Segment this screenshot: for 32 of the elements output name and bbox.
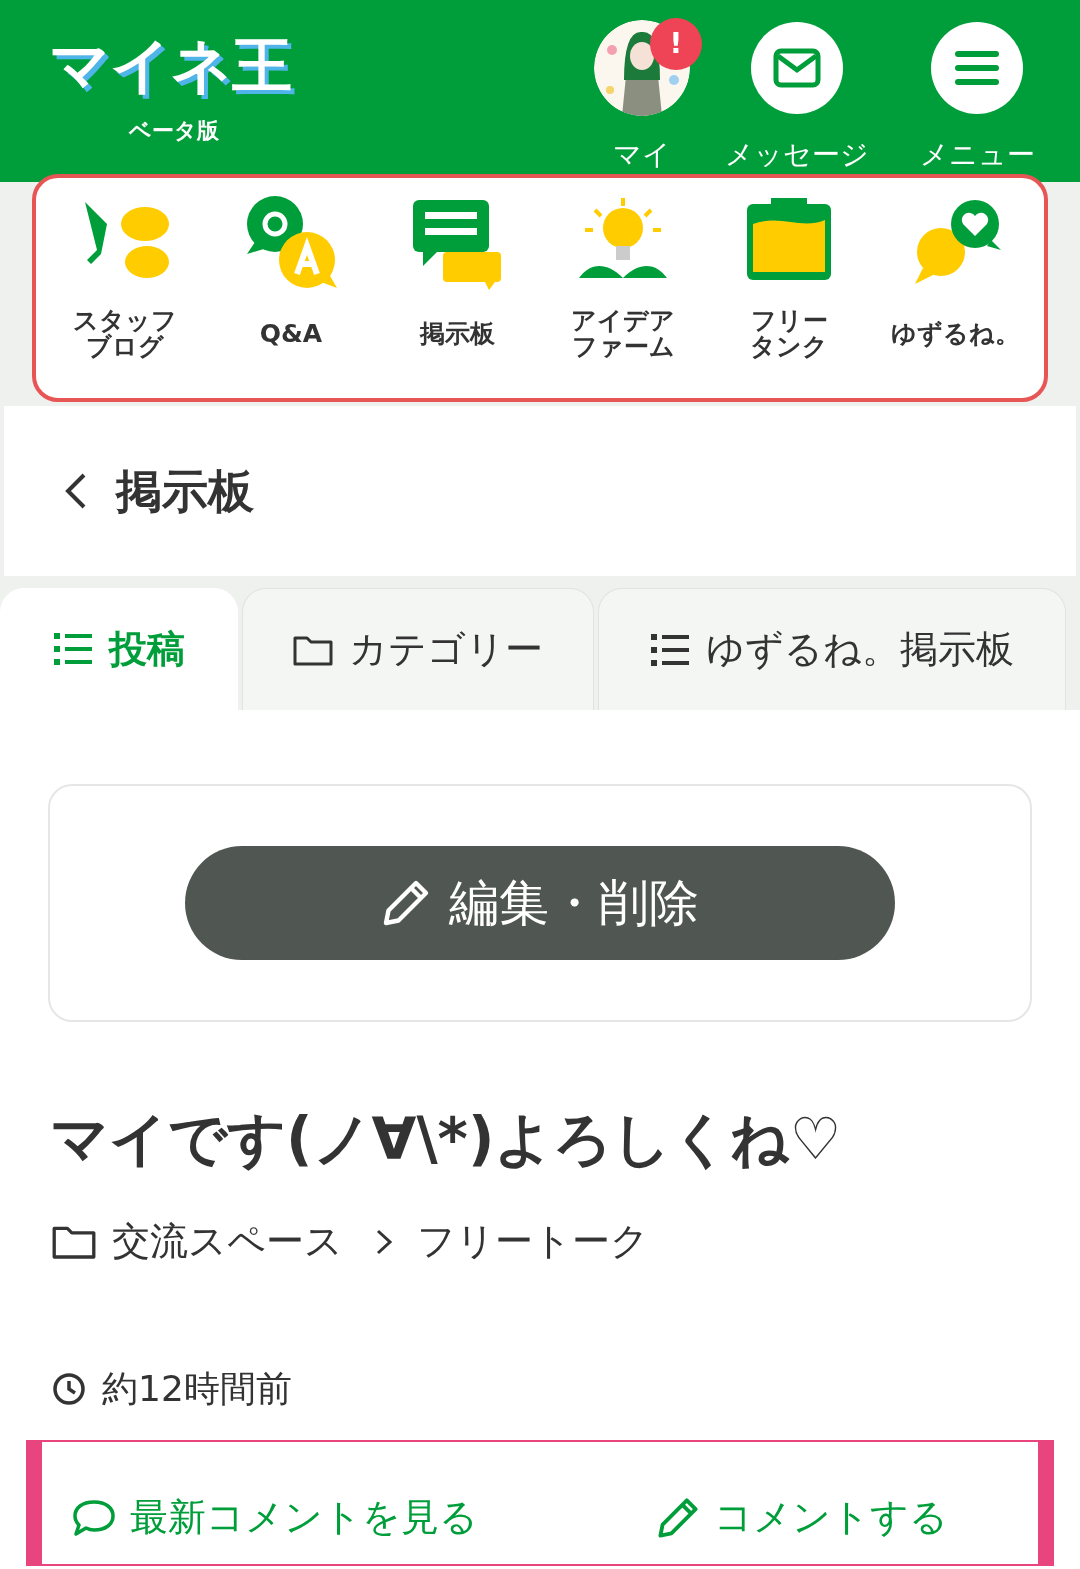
comment-action-link[interactable]: コメントする	[656, 1489, 948, 1546]
list-icon	[650, 632, 690, 667]
notification-badge: !	[650, 18, 702, 70]
menu-icon	[955, 50, 999, 86]
pencil-icon	[656, 1495, 700, 1540]
header-action-label[interactable]: マイ	[613, 134, 671, 176]
clock-icon	[52, 1372, 86, 1406]
nav-link[interactable]: フリータンク	[747, 304, 831, 364]
list-icon	[53, 632, 93, 666]
edit-delete-button[interactable]: 編集・削除	[185, 846, 895, 960]
breadcrumb-link[interactable]: フリートーク	[417, 1213, 649, 1270]
comment-action-link[interactable]: 最新コメントを見る	[72, 1489, 656, 1546]
envelope-icon	[773, 48, 821, 88]
breadcrumb-link[interactable]: 交流スペース	[112, 1213, 343, 1270]
header-action-label[interactable]: メニュー	[919, 134, 1035, 176]
tab[interactable]: 投稿	[0, 588, 238, 710]
chevron-right-icon	[375, 1227, 393, 1256]
tab[interactable]: ゆずるね。掲示板	[598, 588, 1066, 710]
nav-link[interactable]: 掲示板	[419, 304, 495, 364]
nav-link[interactable]: アイデアファーム	[569, 304, 677, 364]
page-title: 掲示板	[116, 462, 254, 520]
pencil-icon	[381, 878, 431, 928]
nav-link[interactable]: ゆずるね。	[890, 304, 1020, 364]
nav-link[interactable]: スタッフブログ	[71, 304, 179, 364]
header-action-label[interactable]: メッセージ	[725, 134, 869, 176]
post-time: 約12時間前	[102, 1367, 292, 1411]
speech-bubble-icon	[72, 1498, 116, 1537]
post-title: マイです(ノ∀\*)よろしくね♡	[50, 1104, 843, 1175]
logo[interactable]: マイネ王	[48, 22, 300, 112]
nav-link[interactable]: Q&A	[259, 304, 323, 364]
tab[interactable]: カテゴリー	[242, 588, 594, 710]
logo-subtitle: ベータ版	[129, 117, 219, 145]
